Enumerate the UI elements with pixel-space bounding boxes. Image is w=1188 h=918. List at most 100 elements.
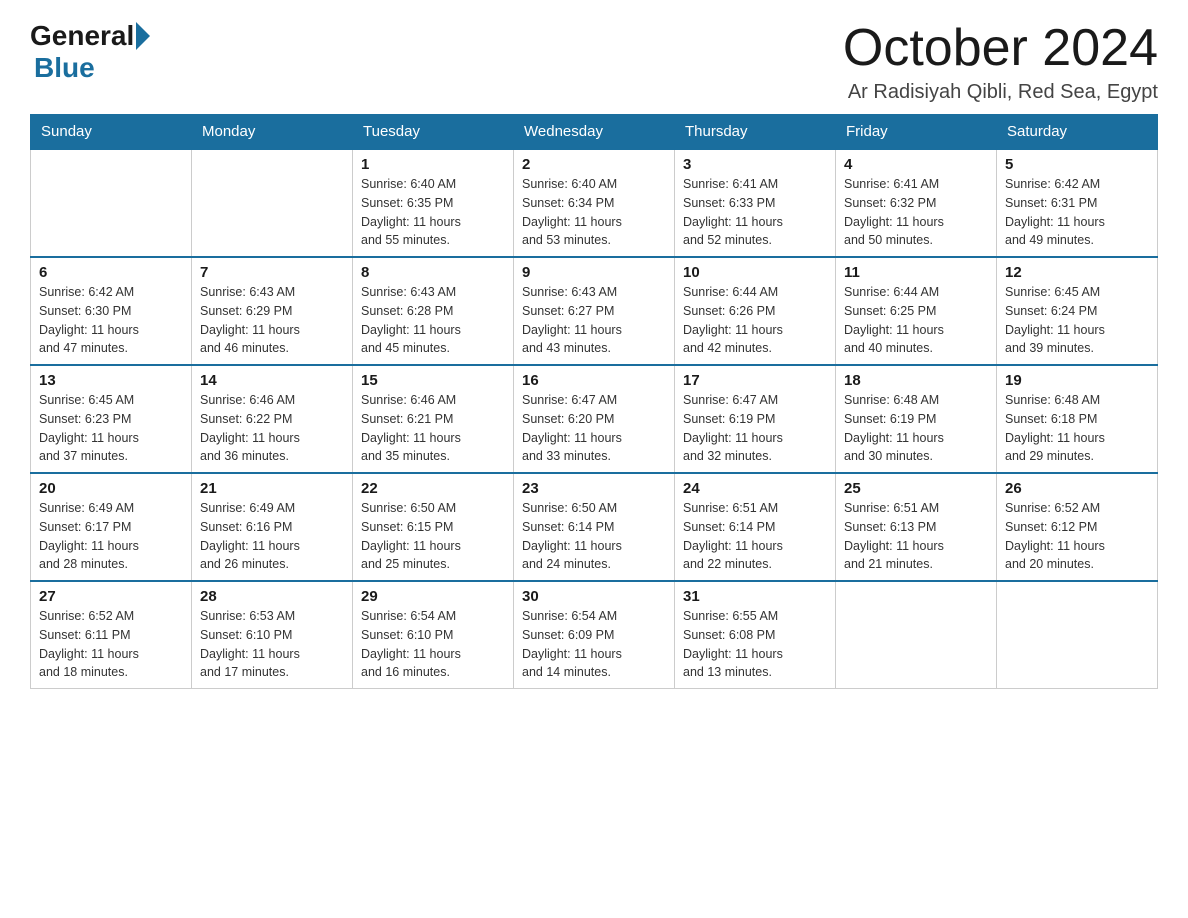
day-info: Sunrise: 6:45 AMSunset: 6:24 PMDaylight:…	[1005, 283, 1149, 358]
week-row-2: 6 Sunrise: 6:42 AMSunset: 6:30 PMDaylight…	[31, 257, 1158, 365]
calendar-cell: 27 Sunrise: 6:52 AMSunset: 6:11 PMDayligh…	[31, 581, 192, 689]
day-info: Sunrise: 6:47 AMSunset: 6:20 PMDaylight:…	[522, 391, 666, 466]
calendar-cell: 8Sunrise: 6:43 AMSunset: 6:28 PMDaylight…	[353, 257, 514, 365]
month-title: October 2024	[843, 20, 1158, 77]
day-number: 18	[844, 372, 988, 389]
day-number: 2	[522, 156, 666, 173]
calendar-cell: 3 Sunrise: 6:41 AMSunset: 6:33 PMDaylight…	[675, 149, 836, 257]
calendar-cell: 18 Sunrise: 6:48 AMSunset: 6:19 PMDayligh…	[836, 365, 997, 473]
day-info: Sunrise: 6:43 AMSunset: 6:27 PMDaylight:…	[522, 283, 666, 358]
logo: General Blue	[30, 20, 152, 84]
day-info: Sunrise: 6:40 AMSunset: 6:35 PMDaylight:…	[361, 175, 505, 250]
calendar-header-monday: Monday	[192, 115, 353, 150]
calendar-cell: 15 Sunrise: 6:46 AMSunset: 6:21 PMDayligh…	[353, 365, 514, 473]
logo-arrow-icon	[136, 22, 150, 50]
day-number: 5	[1005, 156, 1149, 173]
day-info: Sunrise: 6:47 AMSunset: 6:19 PMDaylight:…	[683, 391, 827, 466]
day-info: Sunrise: 6:54 AMSunset: 6:09 PMDaylight:…	[522, 607, 666, 682]
calendar-cell: 26Sunrise: 6:52 AMSunset: 6:12 PMDayligh…	[997, 473, 1158, 581]
week-row-5: 27 Sunrise: 6:52 AMSunset: 6:11 PMDayligh…	[31, 581, 1158, 689]
calendar-cell	[997, 581, 1158, 689]
logo-blue-text: Blue	[34, 52, 95, 83]
day-number: 27	[39, 588, 183, 605]
day-info: Sunrise: 6:51 AMSunset: 6:13 PMDaylight:…	[844, 499, 988, 574]
calendar-cell: 10 Sunrise: 6:44 AMSunset: 6:26 PMDayligh…	[675, 257, 836, 365]
day-number: 24	[683, 480, 827, 497]
calendar-header-sunday: Sunday	[31, 115, 192, 150]
page-header: General Blue October 2024 Ar Radisiyah Q…	[30, 20, 1158, 104]
day-number: 4	[844, 156, 988, 173]
day-info: Sunrise: 6:50 AMSunset: 6:14 PMDaylight:…	[522, 499, 666, 574]
calendar-cell: 28Sunrise: 6:53 AMSunset: 6:10 PMDayligh…	[192, 581, 353, 689]
day-info: Sunrise: 6:44 AMSunset: 6:25 PMDaylight:…	[844, 283, 988, 358]
day-number: 3	[683, 156, 827, 173]
day-number: 29	[361, 588, 505, 605]
calendar-cell: 22 Sunrise: 6:50 AMSunset: 6:15 PMDayligh…	[353, 473, 514, 581]
day-number: 9	[522, 264, 666, 281]
calendar-header-friday: Friday	[836, 115, 997, 150]
logo-general-text: General	[30, 20, 134, 52]
calendar-cell: 23 Sunrise: 6:50 AMSunset: 6:14 PMDayligh…	[514, 473, 675, 581]
location-subtitle: Ar Radisiyah Qibli, Red Sea, Egypt	[843, 81, 1158, 104]
calendar-cell: 17 Sunrise: 6:47 AMSunset: 6:19 PMDayligh…	[675, 365, 836, 473]
calendar-cell	[31, 149, 192, 257]
day-number: 16	[522, 372, 666, 389]
calendar-cell: 9 Sunrise: 6:43 AMSunset: 6:27 PMDaylight…	[514, 257, 675, 365]
calendar-table: SundayMondayTuesdayWednesdayThursdayFrid…	[30, 114, 1158, 689]
day-info: Sunrise: 6:42 AMSunset: 6:30 PMDaylight:…	[39, 283, 183, 358]
day-info: Sunrise: 6:46 AMSunset: 6:21 PMDaylight:…	[361, 391, 505, 466]
calendar-header-saturday: Saturday	[997, 115, 1158, 150]
calendar-cell: 13Sunrise: 6:45 AMSunset: 6:23 PMDayligh…	[31, 365, 192, 473]
day-info: Sunrise: 6:42 AMSunset: 6:31 PMDaylight:…	[1005, 175, 1149, 250]
day-info: Sunrise: 6:55 AMSunset: 6:08 PMDaylight:…	[683, 607, 827, 682]
day-number: 23	[522, 480, 666, 497]
day-info: Sunrise: 6:51 AMSunset: 6:14 PMDaylight:…	[683, 499, 827, 574]
day-number: 6	[39, 264, 183, 281]
calendar-cell	[192, 149, 353, 257]
calendar-cell: 12Sunrise: 6:45 AMSunset: 6:24 PMDayligh…	[997, 257, 1158, 365]
day-number: 17	[683, 372, 827, 389]
day-number: 11	[844, 264, 988, 281]
day-number: 13	[39, 372, 183, 389]
day-number: 31	[683, 588, 827, 605]
calendar-cell: 19Sunrise: 6:48 AMSunset: 6:18 PMDayligh…	[997, 365, 1158, 473]
day-number: 20	[39, 480, 183, 497]
day-info: Sunrise: 6:44 AMSunset: 6:26 PMDaylight:…	[683, 283, 827, 358]
day-number: 1	[361, 156, 505, 173]
day-info: Sunrise: 6:53 AMSunset: 6:10 PMDaylight:…	[200, 607, 344, 682]
day-info: Sunrise: 6:41 AMSunset: 6:32 PMDaylight:…	[844, 175, 988, 250]
day-info: Sunrise: 6:52 AMSunset: 6:11 PMDaylight:…	[39, 607, 183, 682]
day-number: 7	[200, 264, 344, 281]
day-number: 15	[361, 372, 505, 389]
calendar-cell: 21Sunrise: 6:49 AMSunset: 6:16 PMDayligh…	[192, 473, 353, 581]
day-number: 30	[522, 588, 666, 605]
calendar-cell: 5 Sunrise: 6:42 AMSunset: 6:31 PMDaylight…	[997, 149, 1158, 257]
day-number: 10	[683, 264, 827, 281]
week-row-3: 13Sunrise: 6:45 AMSunset: 6:23 PMDayligh…	[31, 365, 1158, 473]
day-number: 19	[1005, 372, 1149, 389]
calendar-cell: 29 Sunrise: 6:54 AMSunset: 6:10 PMDayligh…	[353, 581, 514, 689]
calendar-cell	[836, 581, 997, 689]
day-info: Sunrise: 6:54 AMSunset: 6:10 PMDaylight:…	[361, 607, 505, 682]
calendar-cell: 7 Sunrise: 6:43 AMSunset: 6:29 PMDaylight…	[192, 257, 353, 365]
day-info: Sunrise: 6:41 AMSunset: 6:33 PMDaylight:…	[683, 175, 827, 250]
day-number: 25	[844, 480, 988, 497]
calendar-header-row: SundayMondayTuesdayWednesdayThursdayFrid…	[31, 115, 1158, 150]
calendar-cell: 6 Sunrise: 6:42 AMSunset: 6:30 PMDaylight…	[31, 257, 192, 365]
calendar-header-thursday: Thursday	[675, 115, 836, 150]
calendar-cell: 1 Sunrise: 6:40 AMSunset: 6:35 PMDaylight…	[353, 149, 514, 257]
day-info: Sunrise: 6:43 AMSunset: 6:29 PMDaylight:…	[200, 283, 344, 358]
calendar-cell: 24 Sunrise: 6:51 AMSunset: 6:14 PMDayligh…	[675, 473, 836, 581]
day-number: 22	[361, 480, 505, 497]
calendar-header-tuesday: Tuesday	[353, 115, 514, 150]
day-info: Sunrise: 6:46 AMSunset: 6:22 PMDaylight:…	[200, 391, 344, 466]
title-block: October 2024 Ar Radisiyah Qibli, Red Sea…	[843, 20, 1158, 104]
calendar-cell: 25 Sunrise: 6:51 AMSunset: 6:13 PMDayligh…	[836, 473, 997, 581]
calendar-cell: 30 Sunrise: 6:54 AMSunset: 6:09 PMDayligh…	[514, 581, 675, 689]
calendar-cell: 31 Sunrise: 6:55 AMSunset: 6:08 PMDayligh…	[675, 581, 836, 689]
day-info: Sunrise: 6:43 AMSunset: 6:28 PMDaylight:…	[361, 283, 505, 358]
day-info: Sunrise: 6:50 AMSunset: 6:15 PMDaylight:…	[361, 499, 505, 574]
day-info: Sunrise: 6:48 AMSunset: 6:19 PMDaylight:…	[844, 391, 988, 466]
day-info: Sunrise: 6:49 AMSunset: 6:16 PMDaylight:…	[200, 499, 344, 574]
day-info: Sunrise: 6:52 AMSunset: 6:12 PMDaylight:…	[1005, 499, 1149, 574]
